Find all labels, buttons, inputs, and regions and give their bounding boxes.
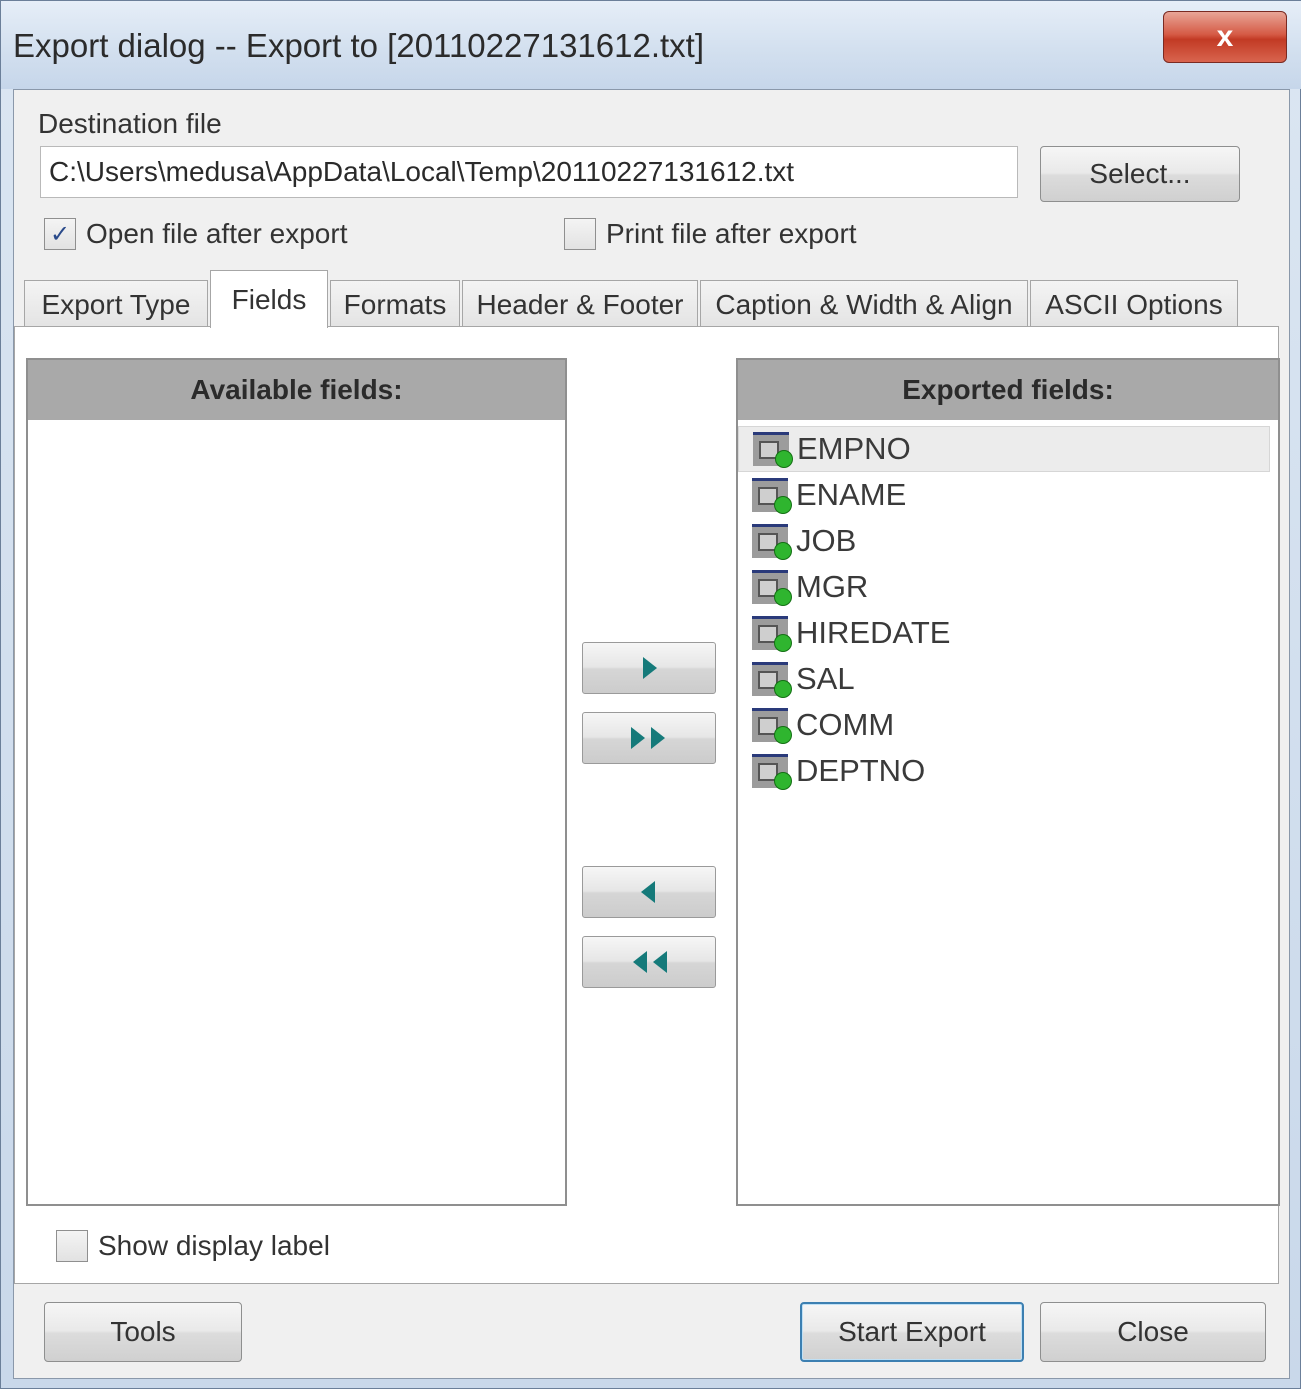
tab-export-type[interactable]: Export Type — [24, 280, 208, 328]
field-icon — [752, 478, 792, 514]
open-after-export-label: Open file after export — [86, 218, 348, 249]
tab-formats[interactable]: Formats — [330, 280, 460, 328]
print-after-export-checkbox[interactable]: Print file after export — [564, 218, 857, 250]
double-arrow-left-icon — [633, 951, 667, 973]
field-name: SAL — [796, 661, 855, 696]
field-name: ENAME — [796, 477, 907, 512]
available-fields-header: Available fields: — [28, 360, 565, 420]
move-left-button[interactable] — [582, 866, 716, 918]
field-name: EMPNO — [797, 431, 911, 466]
tab-ascii-options[interactable]: ASCII Options — [1030, 280, 1238, 328]
move-right-button[interactable] — [582, 642, 716, 694]
export-dialog-window: Export dialog -- Export to [201102271316… — [0, 0, 1301, 1389]
field-icon — [752, 616, 792, 652]
move-all-left-button[interactable] — [582, 936, 716, 988]
window-title: Export dialog -- Export to [201102271316… — [13, 27, 705, 64]
destination-file-label: Destination file — [38, 108, 222, 139]
list-item-deptno[interactable]: DEPTNO — [738, 748, 1270, 794]
available-fields-items — [28, 420, 565, 426]
list-item-empno[interactable]: EMPNO — [738, 426, 1270, 472]
close-icon: x — [1216, 20, 1234, 53]
field-icon — [752, 570, 792, 606]
double-arrow-right-icon — [631, 727, 665, 749]
list-item-comm[interactable]: COMM — [738, 702, 1270, 748]
field-name: HIREDATE — [796, 615, 951, 650]
show-display-label-checkbox[interactable]: Show display label — [56, 1230, 330, 1262]
checkbox-box[interactable] — [564, 218, 596, 250]
field-icon — [753, 432, 793, 468]
show-display-label-text: Show display label — [98, 1230, 330, 1261]
dialog-client-area: Destination file C:\Users\medusa\AppData… — [13, 89, 1290, 1379]
move-all-right-button[interactable] — [582, 712, 716, 764]
field-icon — [752, 524, 792, 560]
checkbox-box[interactable]: ✓ — [44, 218, 76, 250]
exported-fields-items: EMPNO ENAME JOB MGR HIREDATE SAL COMM DE… — [738, 420, 1278, 794]
field-name: JOB — [796, 523, 857, 558]
arrow-right-icon — [643, 657, 657, 679]
close-button[interactable]: Close — [1040, 1302, 1266, 1362]
tab-fields[interactable]: Fields — [210, 270, 328, 328]
window-close-button[interactable]: x — [1163, 11, 1287, 63]
start-export-button[interactable]: Start Export — [800, 1302, 1024, 1362]
list-item-ename[interactable]: ENAME — [738, 472, 1270, 518]
field-name: COMM — [796, 707, 895, 742]
list-item-job[interactable]: JOB — [738, 518, 1270, 564]
tab-strip: Export Type Fields Formats Header & Foot… — [18, 270, 1278, 328]
open-after-export-checkbox[interactable]: ✓ Open file after export — [44, 218, 347, 250]
print-after-export-label: Print file after export — [606, 218, 857, 249]
field-name: DEPTNO — [796, 753, 926, 788]
tools-button[interactable]: Tools — [44, 1302, 242, 1362]
field-icon — [752, 662, 792, 698]
arrow-left-icon — [641, 881, 655, 903]
field-icon — [752, 754, 792, 790]
select-file-button[interactable]: Select... — [1040, 146, 1240, 202]
available-fields-list[interactable]: Available fields: — [26, 358, 567, 1206]
title-bar[interactable]: Export dialog -- Export to [201102271316… — [1, 1, 1301, 89]
field-icon — [752, 708, 792, 744]
list-item-sal[interactable]: SAL — [738, 656, 1270, 702]
list-item-mgr[interactable]: MGR — [738, 564, 1270, 610]
exported-fields-list[interactable]: Exported fields: EMPNO ENAME JOB MGR HIR… — [736, 358, 1280, 1206]
tab-caption-width-align[interactable]: Caption & Width & Align — [700, 280, 1028, 328]
list-item-hiredate[interactable]: HIREDATE — [738, 610, 1270, 656]
exported-fields-header: Exported fields: — [738, 360, 1278, 420]
checkbox-box[interactable] — [56, 1230, 88, 1262]
field-name: MGR — [796, 569, 869, 604]
destination-file-input[interactable]: C:\Users\medusa\AppData\Local\Temp\20110… — [40, 146, 1018, 198]
tab-header-footer[interactable]: Header & Footer — [462, 280, 698, 328]
